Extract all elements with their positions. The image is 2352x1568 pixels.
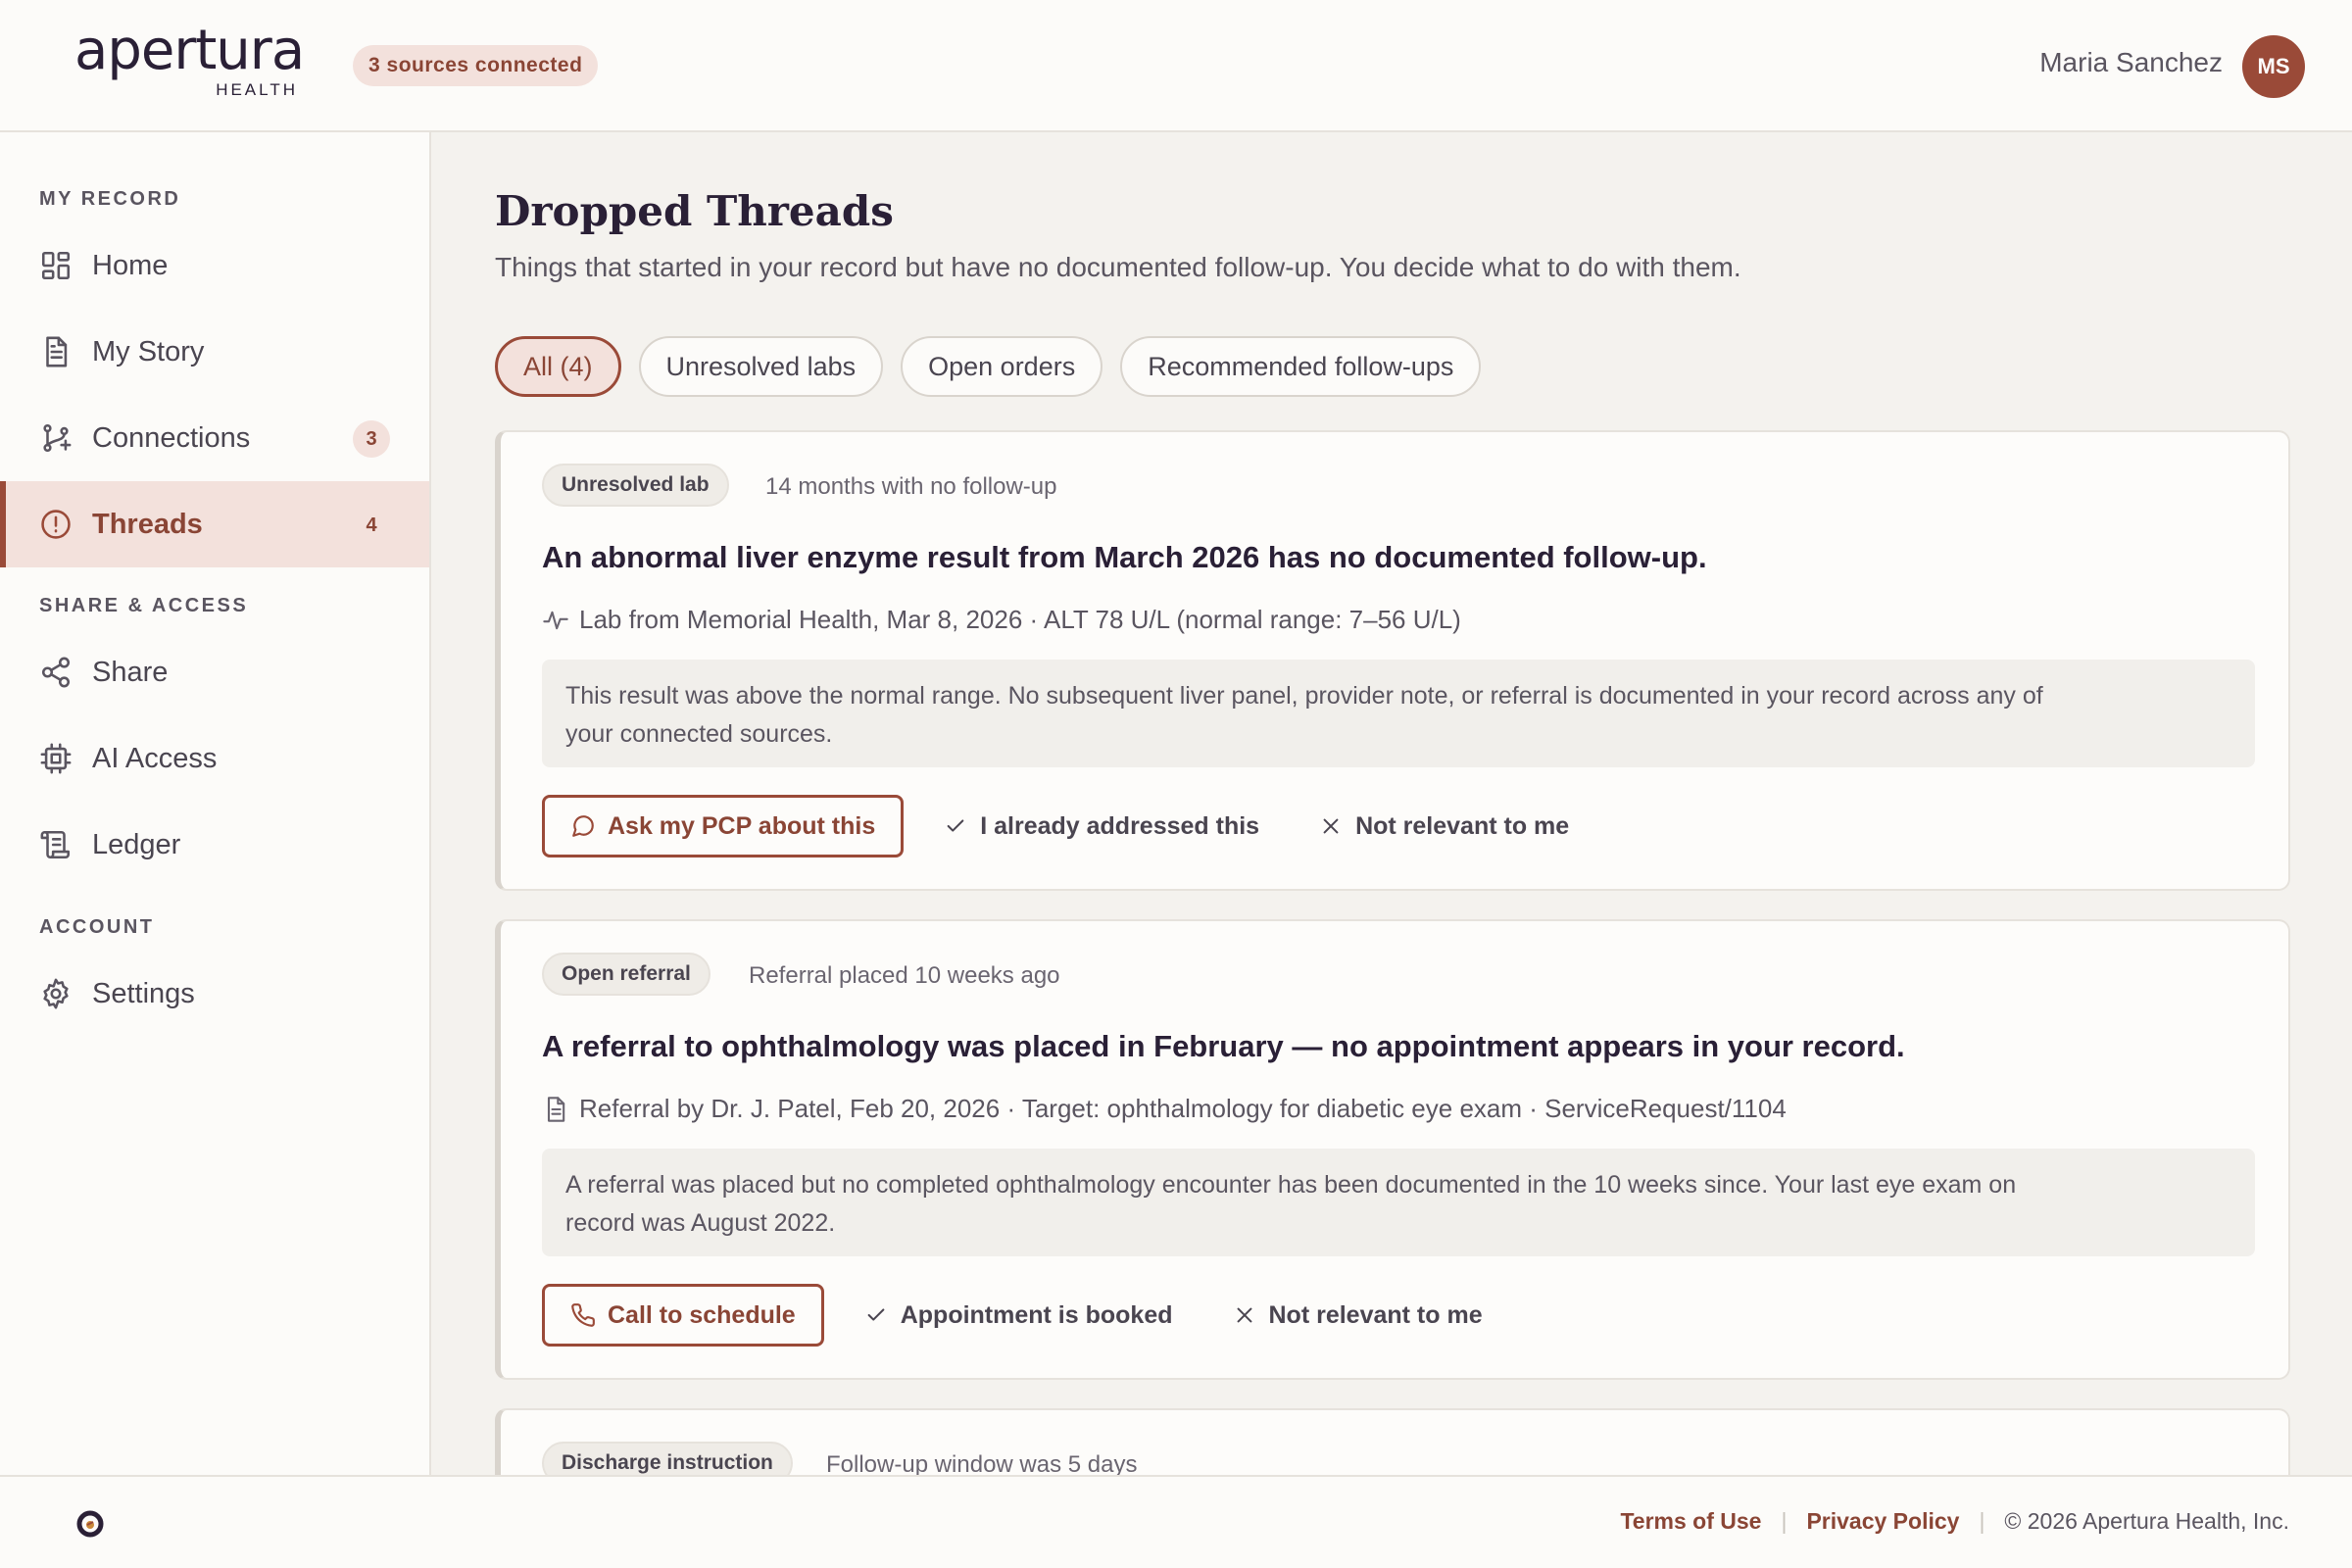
apertura-logo[interactable]: apertura HEALTH — [74, 24, 305, 100]
logo-wordmark: apertura — [74, 19, 305, 82]
sidebar-item-share[interactable]: Share — [0, 629, 429, 715]
thread-title: A referral to ophthalmology was placed i… — [542, 1029, 1905, 1063]
filter-unresolved-labs[interactable]: Unresolved labs — [638, 336, 884, 397]
sidebar-item-label: Connections — [92, 421, 251, 454]
sidebar-item-label: Threads — [92, 508, 203, 540]
copyright-text: © 2026 Apertura Health, Inc. — [2004, 1508, 2289, 1534]
thread-explanation-line: This result was above the normal range. … — [565, 682, 2043, 710]
thread-explanation: A referral was placed but no completed o… — [542, 1149, 2255, 1256]
not-relevant-button[interactable]: Not relevant to me — [1300, 795, 1589, 858]
not-relevant-button[interactable]: Not relevant to me — [1214, 1284, 1502, 1347]
filter-bar: All (4) Unresolved labs Open orders Reco… — [495, 336, 1482, 397]
sidebar-item-ledger[interactable]: Ledger — [0, 802, 429, 888]
sidebar-item-label: Ledger — [92, 828, 181, 860]
chat-bubble-icon — [572, 815, 594, 837]
close-icon — [1323, 818, 1339, 834]
grid-icon — [39, 249, 73, 282]
sidebar-item-label: Settings — [92, 977, 195, 1009]
thread-source-text: Lab from Memorial Health, Mar 8, 2026 · … — [579, 605, 1461, 634]
thread-age: 14 months with no follow-up — [765, 473, 1057, 500]
filter-recommended-follow-ups[interactable]: Recommended follow-ups — [1120, 336, 1482, 397]
thread-source: Referral by Dr. J. Patel, Feb 20, 2026 ·… — [542, 1094, 1787, 1124]
logo-subtitle: HEALTH — [216, 80, 298, 99]
thread-actions: Call to schedule Appointment is booked N… — [542, 1284, 1502, 1347]
thread-explanation-line: A referral was placed but no completed o… — [565, 1171, 2017, 1199]
nav-section-share-access: SHARE & ACCESS — [39, 595, 249, 616]
phone-icon — [571, 1303, 595, 1327]
appointment-booked-label: Appointment is booked — [900, 1300, 1173, 1329]
footer-links: Terms of Use | Privacy Policy | © 2026 A… — [1620, 1508, 2289, 1535]
branch-icon — [39, 421, 73, 455]
filter-open-orders[interactable]: Open orders — [901, 336, 1103, 397]
page-subtitle: Things that started in your record but h… — [495, 252, 1741, 282]
sidebar-item-my-story[interactable]: My Story — [0, 309, 429, 395]
alert-circle-icon — [39, 508, 73, 541]
ask-pcp-button[interactable]: Ask my PCP about this — [542, 795, 905, 858]
thread-type-badge: Open referral — [542, 953, 710, 996]
pulse-icon — [543, 611, 568, 629]
user-name: Maria Sanchez — [2039, 47, 2223, 77]
appointment-booked-button[interactable]: Appointment is booked — [846, 1284, 1193, 1347]
sidebar-item-ai-access[interactable]: AI Access — [0, 715, 429, 802]
thread-card-discharge-instruction: Discharge instruction Follow-up window w… — [495, 1408, 2290, 1475]
share-icon — [39, 656, 73, 689]
gear-icon — [39, 977, 73, 1010]
app-header: apertura HEALTH 3 sources connected Mari… — [0, 0, 2352, 132]
app-footer: Terms of Use | Privacy Policy | © 2026 A… — [0, 1475, 2352, 1568]
sidebar: MY RECORD Home My Story Connections 3 Th… — [0, 132, 431, 1475]
filter-all[interactable]: All (4) — [495, 336, 621, 397]
already-addressed-button[interactable]: I already addressed this — [925, 795, 1279, 858]
ask-pcp-label: Ask my PCP about this — [608, 811, 876, 840]
close-icon — [1237, 1307, 1251, 1323]
connections-count-badge: 3 — [353, 420, 390, 458]
sidebar-item-label: Share — [92, 656, 169, 688]
sidebar-item-connections[interactable]: Connections 3 — [0, 395, 429, 481]
apertura-mark-icon — [76, 1510, 104, 1538]
thread-card-liver-enzyme: Unresolved lab 14 months with no follow-… — [495, 430, 2290, 891]
avatar[interactable]: MS — [2242, 35, 2305, 98]
thread-explanation-line: your connected sources. — [565, 720, 833, 748]
sidebar-item-label: AI Access — [92, 742, 218, 774]
thread-age: Referral placed 10 weeks ago — [749, 962, 1060, 989]
sidebar-item-label: My Story — [92, 335, 205, 368]
thread-explanation-line: record was August 2022. — [565, 1209, 836, 1237]
document-icon — [547, 1096, 565, 1122]
document-icon — [39, 335, 73, 368]
sidebar-item-settings[interactable]: Settings — [0, 951, 429, 1037]
page-title: Dropped Threads — [495, 187, 894, 235]
not-relevant-label: Not relevant to me — [1268, 1300, 1483, 1329]
thread-title: An abnormal liver enzyme result from Mar… — [542, 540, 1707, 574]
thread-type-badge: Discharge instruction — [542, 1442, 793, 1475]
not-relevant-label: Not relevant to me — [1355, 811, 1570, 840]
thread-actions: Ask my PCP about this I already addresse… — [542, 795, 1589, 858]
thread-source-text: Referral by Dr. J. Patel, Feb 20, 2026 ·… — [579, 1094, 1787, 1123]
scroll-icon — [39, 828, 73, 861]
already-addressed-label: I already addressed this — [980, 811, 1260, 840]
sidebar-item-label: Home — [92, 249, 169, 281]
thread-explanation: This result was above the normal range. … — [542, 660, 2255, 767]
nav-section-my-record: MY RECORD — [39, 188, 181, 210]
threads-count-badge: 4 — [366, 514, 377, 536]
thread-age: Follow-up window was 5 days — [826, 1451, 1138, 1475]
main-content: Dropped Threads Things that started in y… — [433, 132, 2352, 1475]
sidebar-item-threads[interactable]: Threads 4 — [0, 481, 429, 567]
call-to-schedule-button[interactable]: Call to schedule — [542, 1284, 824, 1347]
footer-divider: | — [1979, 1508, 1985, 1534]
thread-card-ophthalmology-referral: Open referral Referral placed 10 weeks a… — [495, 919, 2290, 1380]
footer-divider: | — [1781, 1508, 1788, 1534]
sources-connected-badge[interactable]: 3 sources connected — [353, 45, 599, 86]
check-icon — [867, 1308, 885, 1321]
thread-type-badge: Unresolved lab — [542, 464, 729, 507]
call-to-schedule-label: Call to schedule — [608, 1300, 796, 1329]
check-icon — [947, 819, 964, 832]
thread-source: Lab from Memorial Health, Mar 8, 2026 · … — [542, 605, 1461, 635]
nav-section-account: ACCOUNT — [39, 916, 155, 938]
terms-of-use-link[interactable]: Terms of Use — [1620, 1508, 1761, 1535]
sidebar-item-home[interactable]: Home — [0, 222, 429, 309]
chip-icon — [39, 742, 73, 775]
privacy-policy-link[interactable]: Privacy Policy — [1806, 1508, 1959, 1535]
